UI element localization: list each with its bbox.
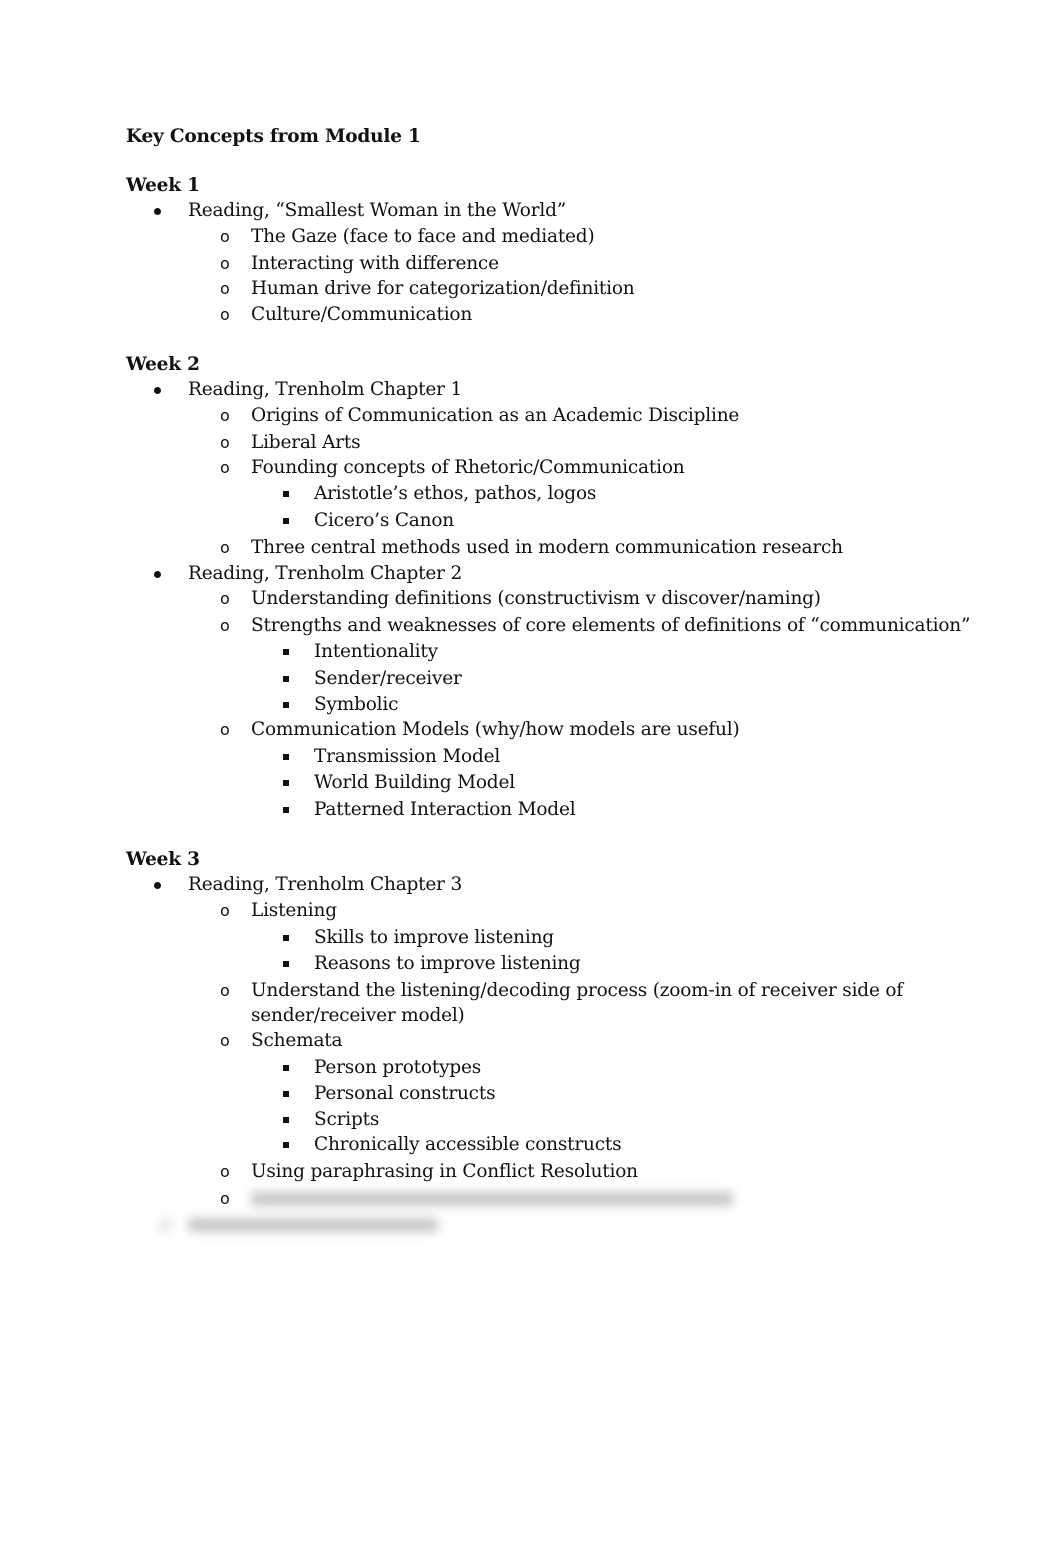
circle-bullet-icon: o xyxy=(220,616,230,635)
topic-item: Origins of Communication as an Academic … xyxy=(251,405,740,426)
circle-bullet-icon: o xyxy=(220,1031,230,1050)
reading-item: Reading, “Smallest Woman in the World” xyxy=(188,200,566,221)
reading-item: Reading, Trenholm Chapter 1 xyxy=(188,379,463,400)
obscured-bullet-icon xyxy=(160,1218,170,1232)
circle-bullet-icon: o xyxy=(220,981,230,1000)
circle-bullet-icon: o xyxy=(220,901,230,920)
subtopic-item: Intentionality xyxy=(314,641,438,662)
circle-bullet-icon: o xyxy=(220,305,230,324)
subtopic-item: Chronically accessible constructs xyxy=(314,1134,622,1155)
topic-item: Human drive for categorization/definitio… xyxy=(251,278,635,299)
topic-item: The Gaze (face to face and mediated) xyxy=(251,226,595,247)
circle-bullet-icon: o xyxy=(220,1189,230,1208)
document-title: Key Concepts from Module 1 xyxy=(126,126,421,147)
circle-bullet-icon: o xyxy=(220,589,230,608)
topic-item: Interacting with difference xyxy=(251,253,499,274)
document-page: Key Concepts from Module 1 Week 1 Readin… xyxy=(0,0,1062,1556)
topic-item: Liberal Arts xyxy=(251,432,361,453)
subtopic-item: Reasons to improve listening xyxy=(314,953,581,974)
subtopic-item: Person prototypes xyxy=(314,1057,482,1078)
subtopic-item: Patterned Interaction Model xyxy=(314,799,576,820)
topic-item: Communication Models (why/how models are… xyxy=(251,719,740,740)
subtopic-item: World Building Model xyxy=(314,772,515,793)
circle-bullet-icon: o xyxy=(220,406,230,425)
circle-bullet-icon: o xyxy=(220,1162,230,1181)
subtopic-item: Skills to improve listening xyxy=(314,927,554,948)
topic-item: Understand the listening/decoding proces… xyxy=(251,980,903,1001)
week-heading: Week 1 xyxy=(126,175,200,196)
subtopic-item: Sender/receiver xyxy=(314,668,462,689)
circle-bullet-icon: o xyxy=(220,720,230,739)
subtopic-item: Cicero’s Canon xyxy=(314,510,454,531)
subtopic-item: Scripts xyxy=(314,1109,380,1130)
circle-bullet-icon: o xyxy=(220,227,230,246)
obscured-reading-item xyxy=(188,1218,438,1232)
circle-bullet-icon: o xyxy=(220,279,230,298)
circle-bullet-icon: o xyxy=(220,254,230,273)
topic-item: Strengths and weaknesses of core element… xyxy=(251,615,971,636)
topic-item: Schemata xyxy=(251,1030,343,1051)
week-heading: Week 2 xyxy=(126,354,200,375)
topic-item: Founding concepts of Rhetoric/Communicat… xyxy=(251,457,685,478)
topic-item-continuation: sender/receiver model) xyxy=(251,1005,465,1026)
circle-bullet-icon: o xyxy=(220,458,230,477)
topic-item: Three central methods used in modern com… xyxy=(251,537,843,558)
subtopic-item: Aristotle’s ethos, pathos, logos xyxy=(314,483,597,504)
week-heading: Week 3 xyxy=(126,849,200,870)
topic-item: Culture/Communication xyxy=(251,304,473,325)
subtopic-item: Personal constructs xyxy=(314,1083,496,1104)
topic-item: Listening xyxy=(251,900,337,921)
circle-bullet-icon: o xyxy=(220,538,230,557)
obscured-topic-item xyxy=(251,1192,733,1206)
topic-item: Using paraphrasing in Conflict Resolutio… xyxy=(251,1161,638,1182)
circle-bullet-icon: o xyxy=(220,433,230,452)
reading-item: Reading, Trenholm Chapter 3 xyxy=(188,874,463,895)
reading-item: Reading, Trenholm Chapter 2 xyxy=(188,563,463,584)
subtopic-item: Symbolic xyxy=(314,694,399,715)
subtopic-item: Transmission Model xyxy=(314,746,501,767)
topic-item: Understanding definitions (constructivis… xyxy=(251,588,821,609)
